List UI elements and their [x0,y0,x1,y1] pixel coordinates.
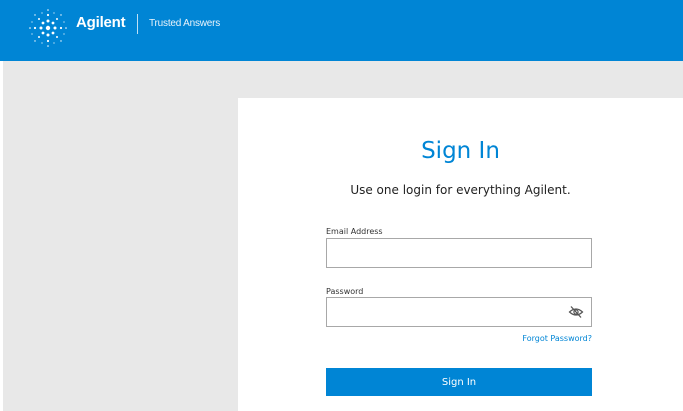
password-label: Password [326,287,364,296]
email-field[interactable] [326,238,592,268]
password-field[interactable] [326,297,592,327]
eye-slash-icon[interactable] [568,305,584,319]
left-edge [0,61,3,411]
page-title: Sign In [421,138,500,164]
sign-in-button[interactable]: Sign In [326,368,592,396]
brand-tagline: Trusted Answers [149,18,221,29]
signin-card: Sign In Use one login for everything Agi… [238,98,683,411]
page-subtitle: Use one login for everything Agilent. [350,183,571,197]
email-label: Email Address [326,227,383,236]
brand-name[interactable]: Agilent [76,14,126,31]
top-header: Agilent Trusted Answers [0,0,683,61]
header-divider [137,14,138,34]
spark-logo-icon[interactable] [26,8,70,48]
forgot-password-link[interactable]: Forgot Password? [522,334,592,343]
